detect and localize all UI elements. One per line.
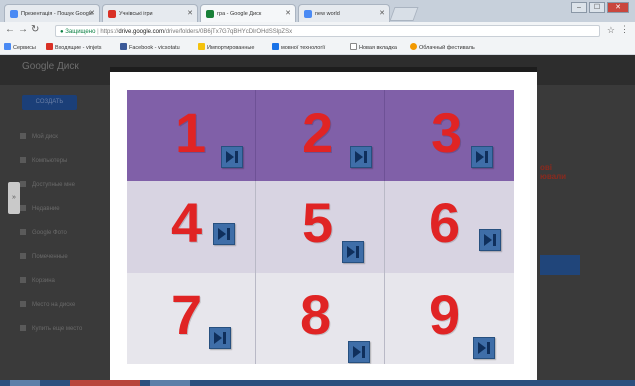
play-button-icon[interactable] (350, 146, 372, 168)
drive-logo: Google Диск (22, 61, 79, 72)
play-button-icon[interactable] (473, 336, 495, 359)
drive-favicon-icon (206, 10, 214, 18)
taskbar-app[interactable] (150, 380, 190, 386)
bookmark-imported[interactable]: Импортированные (198, 43, 254, 51)
bookmark-star-icon[interactable]: ☆ (607, 25, 615, 36)
browser-tab-strip: Презентація - Пошук Google ✕ Учнівські і… (0, 0, 635, 22)
gmail-favicon-icon (108, 10, 116, 18)
board-cell-7[interactable]: 7 (127, 272, 256, 364)
cell-number: 7 (171, 282, 203, 346)
url-path: /drive/folders/0B6jTx7G7qBHYcDlrOHdSSlpZ… (164, 29, 293, 35)
board-cell-8[interactable]: 8 (256, 272, 385, 364)
sidebar-item[interactable]: Помеченные (20, 245, 110, 269)
tab-label: new world (315, 11, 340, 17)
sidebar-item[interactable]: Корзина (20, 269, 110, 293)
board-cell-5[interactable]: 5 (256, 181, 385, 273)
bookmark-facebook[interactable]: Facebook - vicsotatu (120, 43, 180, 51)
close-tab-icon[interactable]: ✕ (285, 5, 291, 22)
sidebar-item[interactable]: Компьютеры (20, 149, 110, 173)
apps-grid-icon (4, 43, 11, 50)
tab-label: Презентація - Пошук Google (21, 11, 94, 17)
cell-number: 8 (300, 282, 332, 346)
cell-number: 1 (175, 101, 207, 164)
drive-details-panel: ові ювали (540, 145, 600, 345)
start-button[interactable] (10, 380, 40, 386)
close-window-button[interactable]: ✕ (607, 2, 629, 13)
play-button-icon[interactable] (479, 229, 501, 252)
bookmark-festival[interactable]: Облачный фестиваль (410, 43, 475, 51)
drive-sidebar: Мой диск Компьютеры Доступные мне Недавн… (20, 125, 110, 341)
play-button-icon[interactable] (471, 146, 493, 168)
reload-icon[interactable]: ↻ (31, 24, 39, 35)
play-button-icon[interactable] (342, 241, 364, 264)
browser-tab-4[interactable]: new world ✕ (298, 4, 390, 22)
board-cell-4[interactable]: 4 (127, 181, 256, 273)
details-text: ові ювали (540, 163, 567, 181)
board-cell-2[interactable]: 2 (256, 90, 385, 182)
close-tab-icon[interactable]: ✕ (187, 5, 193, 22)
sidebar-item[interactable]: Доступные мне (20, 173, 110, 197)
new-tab-button[interactable] (389, 7, 419, 21)
bookmark-technologies[interactable]: мовної технології (272, 43, 325, 51)
document-viewer: 1 2 3 4 5 6 7 8 9 (110, 67, 537, 380)
sidebar-item[interactable]: Google Фото (20, 221, 110, 245)
cell-number: 5 (302, 191, 334, 255)
page-icon (350, 43, 357, 50)
tab-label: гра - Google Диск (217, 11, 262, 17)
taskbar-app-browser[interactable] (70, 380, 140, 386)
board-cell-9[interactable]: 9 (385, 272, 514, 364)
os-taskbar (0, 380, 635, 386)
create-button[interactable]: СОЗДАТЬ (22, 95, 77, 110)
browser-menu-icon[interactable]: ⋮ (620, 24, 629, 35)
back-arrow-icon[interactable]: ← (5, 24, 15, 35)
browser-tab-2[interactable]: Учнівські ігри ✕ (102, 4, 198, 22)
forward-arrow-icon[interactable]: → (18, 24, 28, 35)
close-tab-icon[interactable]: ✕ (89, 5, 95, 22)
game-board: 1 2 3 4 5 6 7 8 9 (127, 90, 514, 364)
google-favicon-icon (10, 10, 18, 18)
maximize-button[interactable]: ☐ (589, 2, 605, 13)
bookmark-apps[interactable]: Сервисы (4, 43, 36, 51)
minimize-button[interactable]: ‒ (571, 2, 587, 13)
tab-label: Учнівські ігри (119, 11, 153, 17)
bookmarks-bar: Сервисы Входящие - vinjets Facebook - vi… (0, 40, 635, 55)
cell-number: 9 (429, 282, 461, 346)
details-button[interactable] (540, 255, 580, 275)
folder-icon (198, 43, 205, 50)
cell-number: 6 (429, 191, 461, 255)
sidebar-item[interactable]: Мой диск (20, 125, 110, 149)
play-button-icon[interactable] (209, 326, 231, 349)
browser-tab-1[interactable]: Презентація - Пошук Google ✕ (4, 4, 100, 22)
secure-label: Защищено (65, 29, 96, 35)
board-cell-1[interactable]: 1 (127, 90, 256, 182)
site-icon (272, 43, 279, 50)
lock-icon: ● (60, 29, 64, 35)
play-button-icon[interactable] (348, 340, 370, 363)
board-cell-3[interactable]: 3 (385, 90, 514, 182)
board-cell-6[interactable]: 6 (385, 181, 514, 273)
url-host: drive.google.com (118, 29, 165, 35)
viewer-top-edge (110, 67, 537, 72)
window-controls: ‒ ☐ ✕ (571, 2, 629, 13)
url-input[interactable]: ● Защищено | https://drive.google.com/dr… (55, 25, 600, 37)
facebook-icon (120, 43, 127, 50)
festival-icon (410, 43, 417, 50)
bookmark-new-tab[interactable]: Новая вкладка (350, 43, 397, 51)
bookmark-gmail[interactable]: Входящие - vinjets (46, 43, 102, 51)
close-tab-icon[interactable]: ✕ (379, 5, 385, 22)
cell-number: 2 (302, 101, 334, 164)
address-bar-row: ← → ↻ ● Защищено | https://drive.google.… (0, 22, 635, 41)
play-button-icon[interactable] (213, 223, 235, 246)
cell-number: 4 (171, 191, 203, 255)
sidebar-item[interactable]: Место на диске (20, 293, 110, 317)
url-scheme: https:// (100, 29, 119, 35)
cell-number: 3 (431, 101, 463, 164)
side-panel-toggle[interactable]: » (8, 182, 20, 214)
gmail-icon (46, 43, 53, 50)
google-favicon-icon (304, 10, 312, 18)
sidebar-item[interactable]: Купить еще место (20, 317, 110, 341)
browser-tab-3[interactable]: гра - Google Диск ✕ (200, 4, 296, 22)
play-button-icon[interactable] (221, 146, 243, 168)
sidebar-item[interactable]: Недавние (20, 197, 110, 221)
